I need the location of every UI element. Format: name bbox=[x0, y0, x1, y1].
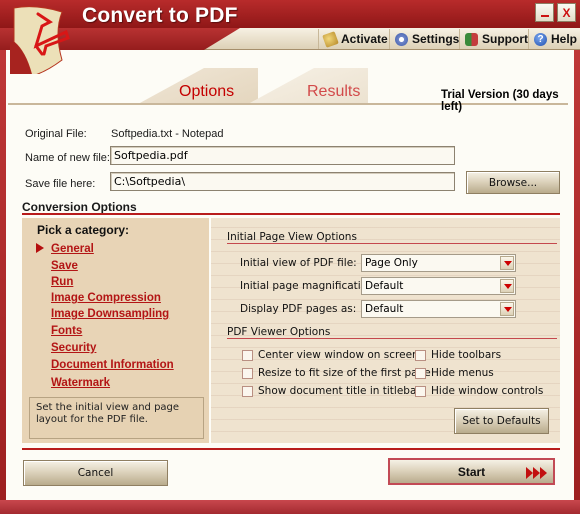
section-divider bbox=[22, 213, 560, 215]
checkbox-label: Resize to fit size of the first page bbox=[258, 367, 431, 379]
display-pages-value: Default bbox=[365, 303, 404, 315]
magnification-select[interactable]: Default bbox=[361, 277, 516, 295]
checkbox-box[interactable] bbox=[415, 349, 426, 361]
category-image-downsampling[interactable]: Image Downsampling bbox=[51, 308, 169, 320]
tab-options[interactable]: Options bbox=[179, 83, 234, 101]
app-title: Convert to PDF bbox=[82, 4, 238, 27]
original-file-label: Original File: bbox=[25, 128, 87, 140]
category-image-compression[interactable]: Image Compression bbox=[51, 292, 161, 304]
save-location-label: Save file here: bbox=[25, 178, 96, 190]
checkbox-box[interactable] bbox=[242, 367, 253, 379]
support-label: Support bbox=[482, 32, 528, 46]
help-button[interactable]: ? Help bbox=[528, 29, 580, 49]
people-icon bbox=[465, 32, 478, 46]
category-security[interactable]: Security bbox=[51, 342, 96, 354]
checkbox-box[interactable] bbox=[242, 349, 253, 361]
initial-view-select[interactable]: Page Only bbox=[361, 254, 516, 272]
magnification-value: Default bbox=[365, 280, 404, 292]
key-icon bbox=[322, 30, 339, 48]
hide-toolbars-checkbox[interactable]: Hide toolbars bbox=[415, 349, 501, 361]
initial-view-title: Initial Page View Options bbox=[227, 231, 357, 243]
pdf-logo-icon bbox=[10, 6, 70, 74]
settings-label: Settings bbox=[412, 32, 460, 46]
footer-divider bbox=[22, 448, 560, 450]
gear-icon bbox=[395, 32, 408, 46]
conversion-options-title: Conversion Options bbox=[22, 200, 137, 214]
chevron-down-icon[interactable] bbox=[500, 279, 514, 293]
start-button[interactable]: Start bbox=[388, 458, 555, 485]
minimize-icon bbox=[540, 14, 549, 17]
initial-view-rule bbox=[227, 243, 557, 244]
show-title-checkbox[interactable]: Show document title in titlebar bbox=[242, 385, 421, 397]
viewer-options-rule bbox=[227, 338, 557, 339]
browse-button[interactable]: Browse... bbox=[466, 171, 560, 194]
hide-menus-checkbox[interactable]: Hide menus bbox=[415, 367, 494, 379]
checkbox-label: Center view window on screen bbox=[258, 349, 419, 361]
close-button[interactable]: X bbox=[557, 3, 576, 22]
app-window: Convert to PDF X Activate Settings Suppo… bbox=[0, 0, 580, 514]
help-icon: ? bbox=[534, 32, 547, 46]
chevron-down-icon[interactable] bbox=[500, 302, 514, 316]
selected-arrow-icon bbox=[36, 243, 44, 253]
close-icon: X bbox=[562, 5, 571, 20]
title-bar[interactable]: Convert to PDF X bbox=[0, 0, 580, 28]
category-run[interactable]: Run bbox=[51, 276, 73, 288]
pick-category-label: Pick a category: bbox=[37, 223, 130, 237]
cancel-button[interactable]: Cancel bbox=[23, 460, 168, 486]
trial-status: Trial Version (30 days left) bbox=[441, 89, 559, 113]
category-watermark[interactable]: Watermark bbox=[51, 377, 110, 389]
activate-button[interactable]: Activate bbox=[318, 29, 393, 49]
initial-view-value: Page Only bbox=[365, 257, 418, 269]
settings-button[interactable]: Settings bbox=[389, 29, 464, 49]
checkbox-label: Hide toolbars bbox=[431, 349, 502, 361]
new-name-label: Name of new file: bbox=[25, 152, 110, 164]
category-save[interactable]: Save bbox=[51, 260, 78, 272]
help-label: Help bbox=[551, 32, 578, 46]
set-defaults-button[interactable]: Set to Defaults bbox=[454, 408, 549, 434]
magnification-label: Initial page magnification: bbox=[240, 280, 378, 292]
display-pages-label: Display PDF pages as: bbox=[240, 303, 357, 315]
support-button[interactable]: Support bbox=[459, 29, 533, 49]
initial-view-label: Initial view of PDF file: bbox=[240, 257, 357, 269]
checkbox-label: Show document title in titlebar bbox=[258, 385, 421, 397]
chevron-down-icon[interactable] bbox=[500, 256, 514, 270]
center-window-checkbox[interactable]: Center view window on screen bbox=[242, 349, 419, 361]
tab-results[interactable]: Results bbox=[307, 83, 360, 101]
category-document-information[interactable]: Document Information bbox=[51, 359, 174, 371]
hide-window-controls-checkbox[interactable]: Hide window controls bbox=[415, 385, 543, 397]
category-general[interactable]: General bbox=[51, 243, 94, 255]
resize-fit-checkbox[interactable]: Resize to fit size of the first page bbox=[242, 367, 431, 379]
fast-forward-icon bbox=[526, 467, 547, 479]
checkbox-label: Hide window controls bbox=[431, 385, 544, 397]
checkbox-box[interactable] bbox=[415, 367, 426, 379]
category-fonts[interactable]: Fonts bbox=[51, 325, 82, 337]
save-location-input[interactable]: C:\Softpedia\ bbox=[110, 172, 455, 191]
display-pages-select[interactable]: Default bbox=[361, 300, 516, 318]
viewer-options-title: PDF Viewer Options bbox=[227, 326, 331, 338]
checkbox-label: Hide menus bbox=[431, 367, 494, 379]
window-bottom-border bbox=[0, 500, 580, 514]
start-label: Start bbox=[457, 464, 486, 479]
category-description: Set the initial view and page layout for… bbox=[29, 397, 204, 439]
original-file-value: Softpedia.txt - Notepad bbox=[111, 128, 224, 140]
minimize-button[interactable] bbox=[535, 3, 554, 22]
checkbox-box[interactable] bbox=[415, 385, 426, 397]
checkbox-box[interactable] bbox=[242, 385, 253, 397]
new-name-input[interactable]: Softpedia.pdf bbox=[110, 146, 455, 165]
activate-label: Activate bbox=[341, 32, 388, 46]
